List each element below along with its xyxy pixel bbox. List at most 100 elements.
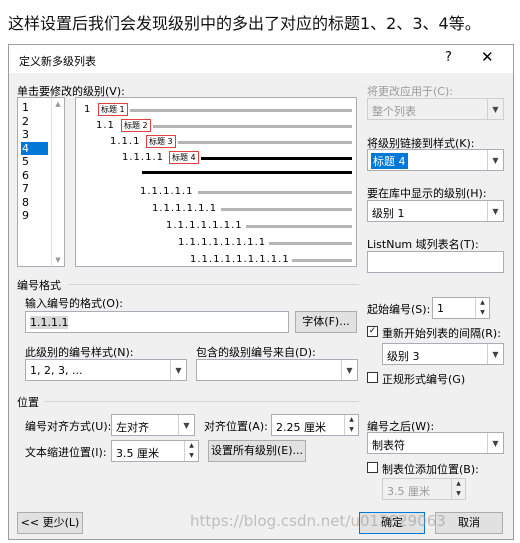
level-item[interactable]: 7: [21, 182, 48, 195]
caption-text: 这样设置后我们会发现级别中的多出了对应的标题1、2、3、4等。: [8, 14, 481, 33]
format-label: 输入编号的格式(O):: [25, 297, 123, 310]
include-level-combo[interactable]: ▼: [196, 359, 358, 381]
preview-number: 1.1.1.1.1.1.1.1: [178, 237, 267, 248]
apply-to-label: 将更改应用于(C):: [367, 85, 453, 98]
restart-level-value: 级别 3: [387, 350, 420, 363]
restart-checkbox[interactable]: ✓: [367, 326, 378, 337]
gallery-level-value: 级别 1: [372, 207, 405, 220]
scroll-down-icon[interactable]: ▼: [52, 256, 64, 264]
aligned-at-value: 2.25 厘米: [276, 421, 326, 434]
aligned-at-spinner[interactable]: 2.25 厘米 ▲ ▼: [271, 414, 359, 436]
help-icon[interactable]: ?: [445, 50, 452, 65]
preview-line: [292, 259, 352, 262]
preview-number: 1.1.1.1: [122, 152, 164, 163]
less-button[interactable]: << 更少(L): [17, 512, 83, 534]
chevron-down-icon: ▼: [487, 99, 503, 119]
follow-number-value: 制表符: [372, 439, 405, 452]
preview-number: 1: [84, 104, 92, 115]
level-item[interactable]: 9: [21, 209, 48, 222]
section-divider: [69, 284, 359, 285]
preview-heading-tag: 标题 2: [121, 119, 151, 132]
chevron-down-icon[interactable]: ▼: [178, 415, 194, 435]
text-indent-label: 文本缩进位置(I):: [25, 446, 107, 459]
preview-line: [153, 125, 352, 128]
preview-number: 1.1.1.1.1: [140, 186, 194, 197]
chevron-down-icon[interactable]: ▼: [487, 150, 503, 170]
scroll-up-icon[interactable]: ▲: [52, 100, 64, 108]
chevron-down-icon[interactable]: ▼: [341, 360, 357, 380]
dialog-title: 定义新多级列表: [19, 55, 96, 68]
preview-line: [130, 109, 352, 112]
preview-number: 1.1: [96, 120, 115, 131]
number-alignment-combo[interactable]: 左对齐 ▼: [111, 414, 195, 436]
restart-label: 重新开始列表的间隔(R):: [382, 327, 501, 340]
number-style-combo[interactable]: 1, 2, 3, ... ▼: [25, 359, 187, 381]
spin-up-icon[interactable]: ▲: [345, 415, 358, 425]
follow-number-combo[interactable]: 制表符 ▼: [367, 432, 504, 454]
position-section-title: 位置: [17, 396, 39, 409]
level-item[interactable]: 8: [21, 196, 48, 209]
level-listbox[interactable]: 123456789 ▲ ▼: [17, 97, 65, 267]
preview-pane: 1 标题 1 1.1 标题 2 1.1.1 标题 3 1.1.1.1 标题 4 1.1.1.1.…: [75, 97, 357, 267]
level-item[interactable]: 2: [21, 115, 48, 128]
preview-number: 1.1.1.1.1.1.1.1.1: [190, 254, 290, 265]
level-item[interactable]: 3: [21, 128, 48, 141]
restart-level-combo[interactable]: 级别 3 ▼: [382, 343, 504, 365]
spin-up-icon: ▲: [456, 480, 461, 487]
preview-line: [246, 225, 352, 228]
spin-buttons: ▲ ▼: [451, 479, 465, 499]
listnum-field[interactable]: [367, 251, 504, 273]
link-style-combo[interactable]: 标题 4 ▼: [367, 149, 504, 171]
aligned-at-label: 对齐位置(A):: [204, 420, 268, 433]
preview-heading-tag: 标题 1: [98, 103, 128, 116]
section-divider: [45, 401, 359, 402]
level-item[interactable]: 1: [21, 101, 48, 114]
font-button[interactable]: 字体(F)...: [295, 311, 357, 333]
preview-heading-tag: 标题 3: [146, 135, 176, 148]
chevron-down-icon[interactable]: ▼: [170, 360, 186, 380]
chevron-down-icon[interactable]: ▼: [487, 433, 503, 453]
spin-up-icon[interactable]: ▲: [185, 441, 198, 451]
spin-up-icon[interactable]: ▲: [476, 298, 489, 308]
close-icon[interactable]: ✕: [481, 48, 494, 66]
start-at-value: 1: [437, 302, 444, 315]
preview-number: 1.1.1: [110, 136, 141, 147]
set-all-levels-button[interactable]: 设置所有级别(E)...: [208, 440, 306, 462]
format-input[interactable]: 1.1.1.1: [25, 311, 289, 333]
spin-buttons[interactable]: ▲ ▼: [344, 415, 358, 435]
gallery-level-label: 要在库中显示的级别(H):: [367, 187, 487, 200]
number-style-label: 此级别的编号样式(N):: [25, 346, 134, 359]
text-indent-spinner[interactable]: 3.5 厘米 ▲ ▼: [111, 440, 199, 462]
preview-line: [201, 157, 352, 160]
watermark: https://blog.csdn.net/u013829063: [190, 512, 446, 530]
legal-numbering-checkbox[interactable]: [367, 372, 378, 383]
number-alignment-value: 左对齐: [116, 421, 149, 434]
start-at-label: 起始编号(S):: [367, 303, 431, 316]
level-item[interactable]: 5: [21, 155, 48, 168]
level-scrollbar[interactable]: ▲ ▼: [51, 98, 64, 266]
start-at-spinner[interactable]: 1 ▲ ▼: [432, 297, 490, 319]
spin-down-icon[interactable]: ▼: [185, 451, 198, 461]
spin-buttons[interactable]: ▲ ▼: [475, 298, 489, 318]
spin-buttons[interactable]: ▲ ▼: [184, 441, 198, 461]
preview-line: [178, 141, 352, 144]
number-alignment-label: 编号对齐方式(U):: [25, 420, 112, 433]
spin-down-icon[interactable]: ▼: [345, 425, 358, 435]
chevron-down-icon[interactable]: ▼: [487, 201, 503, 221]
gallery-level-combo[interactable]: 级别 1 ▼: [367, 200, 504, 222]
apply-to-value: 整个列表: [372, 105, 416, 118]
spin-down-icon: ▼: [456, 490, 461, 497]
number-format-section-title: 编号格式: [17, 279, 61, 292]
tab-stop-checkbox[interactable]: [367, 462, 378, 473]
link-style-value: 标题 4: [371, 153, 408, 169]
preview-line: [269, 242, 352, 245]
include-level-label: 包含的级别编号来自(D):: [196, 346, 316, 359]
chevron-down-icon[interactable]: ▼: [487, 344, 503, 364]
level-item[interactable]: 4: [21, 141, 48, 155]
level-item[interactable]: 6: [21, 169, 48, 182]
spin-down-icon[interactable]: ▼: [476, 308, 489, 318]
format-value: 1.1.1.1: [30, 316, 69, 329]
number-style-value: 1, 2, 3, ...: [30, 364, 83, 377]
legal-numbering-label: 正规形式编号(G): [382, 373, 466, 386]
define-multilevel-list-dialog: 定义新多级列表 ? ✕ 单击要修改的级别(V): 123456789 ▲ ▼ 1…: [8, 44, 514, 540]
